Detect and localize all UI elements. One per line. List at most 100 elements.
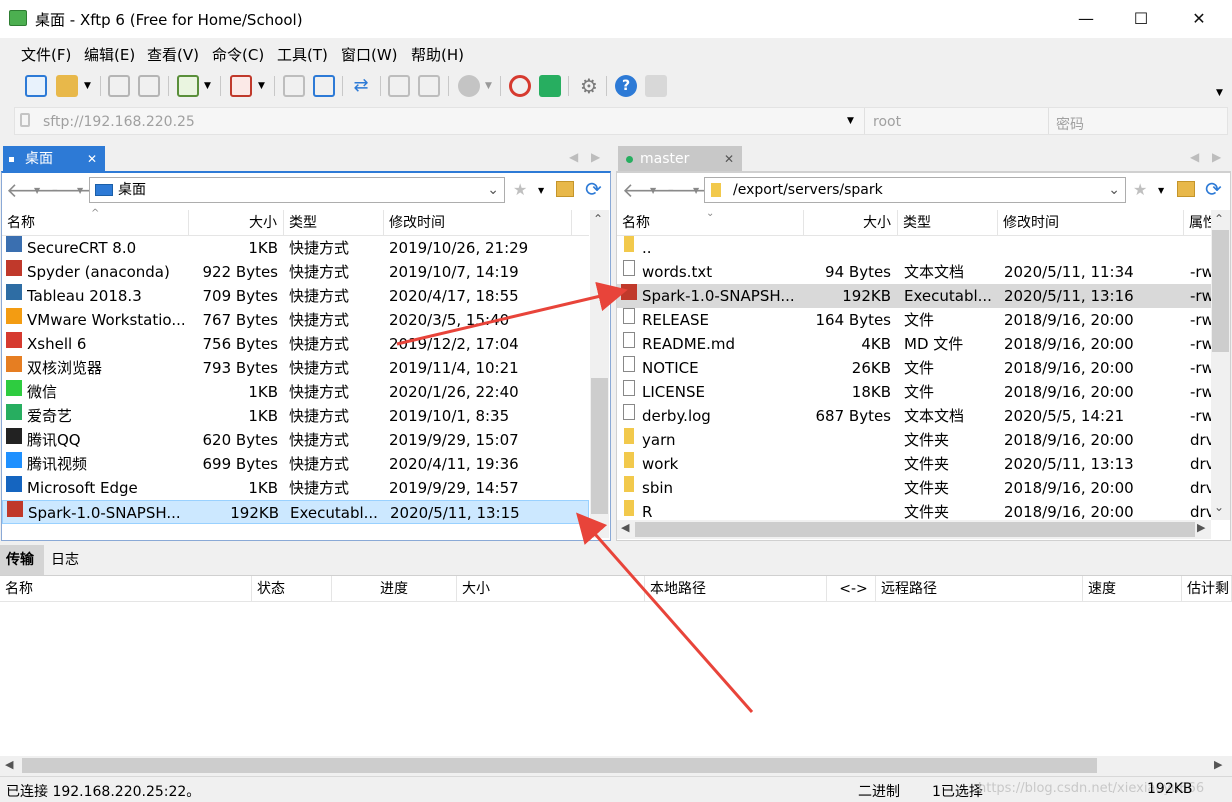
file-row[interactable]: yarn 文件夹 2018/9/16, 20:00 drv: [617, 428, 1211, 452]
remote-vertical-scrollbar[interactable]: ⌃ ⌄: [1211, 210, 1230, 520]
col-type[interactable]: 类型: [898, 210, 998, 235]
file-row[interactable]: LICENSE 18KB 文件 2018/9/16, 20:00 -rw: [617, 380, 1211, 404]
col-mtime[interactable]: 修改时间: [384, 210, 572, 236]
copy-icon[interactable]: [388, 75, 410, 97]
chat-icon[interactable]: [645, 75, 667, 97]
tab-scroll-right-icon[interactable]: ▶: [1212, 150, 1221, 164]
tab-local-desktop[interactable]: 桌面 ✕: [3, 146, 105, 172]
col-size[interactable]: 大小: [189, 210, 284, 236]
chevron-down-icon[interactable]: ▼: [485, 81, 492, 91]
chevron-down-icon[interactable]: ⌄: [1108, 178, 1120, 202]
col-mtime[interactable]: 修改时间: [998, 210, 1184, 235]
chevron-down-icon[interactable]: ▼: [77, 186, 83, 195]
scroll-down-icon[interactable]: ⌄: [593, 518, 603, 532]
open-folder-icon[interactable]: [56, 75, 78, 97]
col-remote-path[interactable]: 远程路径: [876, 576, 1083, 602]
chevron-down-icon[interactable]: ▼: [34, 186, 40, 195]
chevron-down-icon[interactable]: ▼: [84, 81, 91, 91]
gear-icon[interactable]: ⚙: [578, 75, 600, 97]
scroll-thumb[interactable]: [635, 522, 1195, 537]
scroll-thumb[interactable]: [591, 378, 608, 514]
refresh-icon[interactable]: ⟳: [585, 177, 602, 201]
file-row[interactable]: Tableau 2018.3 709 Bytes 快捷方式 2020/4/17, 18…: [2, 284, 589, 308]
local-path-combobox[interactable]: 桌面 ⌄: [89, 177, 505, 203]
close-button[interactable]: ✕: [1176, 0, 1222, 38]
col-size[interactable]: 大小: [804, 210, 898, 235]
file-row[interactable]: RELEASE 164 Bytes 文件 2018/9/16, 20:00 -rw: [617, 308, 1211, 332]
paste-icon[interactable]: [418, 75, 440, 97]
menu-tools[interactable]: 工具(T): [277, 44, 328, 65]
chevron-down-icon[interactable]: ▼: [204, 81, 211, 91]
xftp-icon[interactable]: [539, 75, 561, 97]
file-row[interactable]: R 文件夹 2018/9/16, 20:00 drv: [617, 500, 1211, 520]
file-row[interactable]: Spark-1.0-SNAPSH... 192KB Executabl... 2020…: [617, 284, 1211, 308]
bookmark-star-icon[interactable]: ★: [1133, 180, 1147, 199]
toolbar-overflow-icon[interactable]: ▼: [1216, 88, 1223, 98]
file-row[interactable]: 爱奇艺 1KB 快捷方式 2019/10/1, 8:35: [2, 404, 589, 428]
col-speed[interactable]: 速度: [1083, 576, 1182, 602]
tab-log[interactable]: 日志: [44, 545, 94, 575]
remote-path-combobox[interactable]: /export/servers/spark ⌄: [704, 177, 1126, 203]
terminal-icon[interactable]: [230, 75, 252, 97]
file-row[interactable]: derby.log 687 Bytes 文本文档 2020/5/5, 14:21 -rw: [617, 404, 1211, 428]
menu-window[interactable]: 窗口(W): [341, 44, 398, 65]
file-row[interactable]: 腾讯QQ 620 Bytes 快捷方式 2019/9/29, 15:07: [2, 428, 589, 452]
file-row[interactable]: Spark-1.0-SNAPSH... 192KB Executabl... 2020…: [2, 500, 589, 524]
file-row[interactable]: NOTICE 26KB 文件 2018/9/16, 20:00 -rw: [617, 356, 1211, 380]
menu-command[interactable]: 命令(C): [212, 44, 264, 65]
transfer-horizontal-scrollbar[interactable]: ◀ ▶: [0, 756, 1232, 775]
chevron-down-icon[interactable]: ▼: [538, 186, 544, 195]
col-type[interactable]: 类型: [284, 210, 384, 236]
col-eta[interactable]: 估计剩: [1182, 576, 1232, 602]
file-row[interactable]: Microsoft Edge 1KB 快捷方式 2019/9/29, 14:57: [2, 476, 589, 500]
file-row[interactable]: SecureCRT 8.0 1KB 快捷方式 2019/10/26, 21:29: [2, 236, 589, 260]
host-input[interactable]: sftp://192.168.220.25: [43, 114, 195, 130]
file-row[interactable]: Xshell 6 756 Bytes 快捷方式 2019/12/2, 17:04: [2, 332, 589, 356]
scroll-up-icon[interactable]: ⌃: [1214, 212, 1224, 226]
scroll-left-icon[interactable]: ◀: [621, 521, 629, 534]
col-name[interactable]: 名称: [0, 576, 252, 602]
col-size[interactable]: 大小: [457, 576, 645, 602]
chevron-down-icon[interactable]: ▼: [650, 186, 656, 195]
chevron-down-icon[interactable]: ▼: [258, 81, 265, 91]
remote-horizontal-scrollbar[interactable]: ◀ ▶: [617, 520, 1211, 539]
col-direction[interactable]: <->: [827, 576, 876, 602]
file-row[interactable]: 微信 1KB 快捷方式 2020/1/26, 22:40: [2, 380, 589, 404]
col-status[interactable]: 状态: [252, 576, 332, 602]
maximize-button[interactable]: ☐: [1118, 0, 1164, 38]
local-vertical-scrollbar[interactable]: ⌃ ⌄: [590, 210, 609, 538]
scroll-thumb[interactable]: [22, 758, 1097, 773]
scroll-left-icon[interactable]: ◀: [5, 758, 13, 771]
password-input[interactable]: 密码: [1056, 114, 1084, 134]
scroll-right-icon[interactable]: ▶: [1197, 521, 1205, 534]
download-icon[interactable]: [313, 75, 335, 97]
xshell-icon[interactable]: [509, 75, 531, 97]
scroll-up-icon[interactable]: ⌃: [593, 212, 603, 226]
file-row[interactable]: VMware Workstatio... 767 Bytes 快捷方式 2020/3/…: [2, 308, 589, 332]
disconnect-icon[interactable]: [138, 75, 160, 97]
stop-icon[interactable]: [458, 75, 480, 97]
home-icon[interactable]: [1177, 181, 1195, 197]
new-session-icon[interactable]: [25, 75, 47, 97]
upload-icon[interactable]: [283, 75, 305, 97]
tab-scroll-right-icon[interactable]: ▶: [591, 150, 600, 164]
col-local-path[interactable]: 本地路径: [645, 576, 827, 602]
chevron-down-icon[interactable]: ⌄: [487, 178, 499, 202]
chevron-down-icon[interactable]: ▼: [693, 186, 699, 195]
close-tab-icon[interactable]: ✕: [87, 146, 97, 172]
properties-icon[interactable]: [177, 75, 199, 97]
scroll-thumb[interactable]: [1212, 230, 1229, 352]
file-row[interactable]: Spyder (anaconda) 922 Bytes 快捷方式 2019/10/7,…: [2, 260, 589, 284]
menu-edit[interactable]: 编辑(E): [84, 44, 135, 65]
refresh-icon[interactable]: ⟳: [1205, 177, 1222, 201]
tab-transfer[interactable]: 传输: [0, 545, 44, 575]
file-row[interactable]: ..: [617, 236, 1211, 260]
file-row[interactable]: words.txt 94 Bytes 文本文档 2020/5/11, 11:34 -rw: [617, 260, 1211, 284]
tab-scroll-left-icon[interactable]: ◀: [1190, 150, 1199, 164]
menu-help[interactable]: 帮助(H): [411, 44, 464, 65]
file-row[interactable]: sbin 文件夹 2018/9/16, 20:00 drv: [617, 476, 1211, 500]
file-row[interactable]: 双核浏览器 793 Bytes 快捷方式 2019/11/4, 10:21: [2, 356, 589, 380]
file-row[interactable]: README.md 4KB MD 文件 2018/9/16, 20:00 -rw: [617, 332, 1211, 356]
file-row[interactable]: work 文件夹 2020/5/11, 13:13 drv: [617, 452, 1211, 476]
close-tab-icon[interactable]: ✕: [724, 146, 734, 172]
